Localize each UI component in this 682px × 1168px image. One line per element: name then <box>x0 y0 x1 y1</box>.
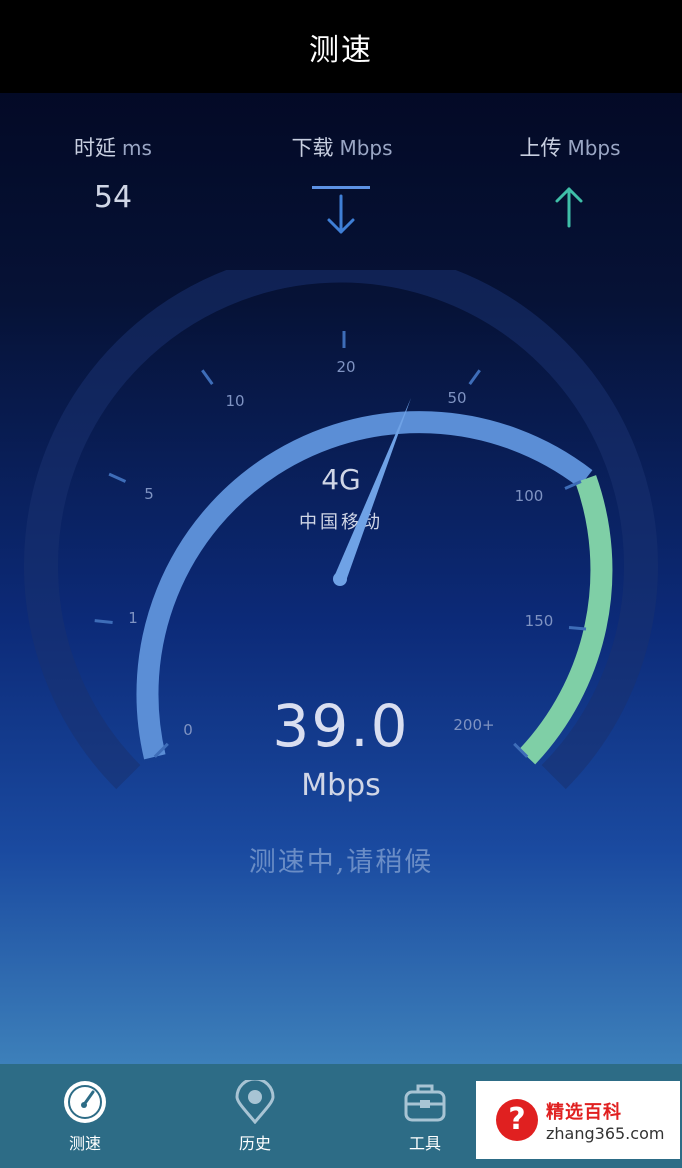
upload-unit: Mbps <box>567 136 621 160</box>
latency-value: 54 <box>93 180 133 215</box>
latency-unit: ms <box>122 136 152 160</box>
network-type: 4G <box>321 463 361 496</box>
latency-metric: 时延 ms 54 <box>40 132 186 215</box>
gauge-scale-label: 10 <box>225 392 244 410</box>
upload-label: 上传 <box>519 136 562 160</box>
latency-label: 时延 <box>74 136 117 160</box>
watermark-logo: ? 精选百科 zhang365.com <box>476 1081 680 1159</box>
watermark-text: 精选百科 zhang365.com <box>546 1098 664 1143</box>
gauge-scale-label: 150 <box>525 612 554 630</box>
watermark-title: 精选百科 <box>546 1101 622 1123</box>
nav-label-speedtest: 测速 <box>68 1134 101 1153</box>
nav-item-speedtest[interactable]: 测速 <box>25 1064 145 1168</box>
download-metric: 下载 Mbps <box>266 132 418 162</box>
gauge-tick <box>94 619 113 624</box>
nav-item-tools[interactable]: 工具 <box>365 1064 485 1168</box>
upload-label-row: 上传 Mbps <box>490 132 650 162</box>
toolbox-icon <box>404 1084 446 1122</box>
gauge-scale-label: 5 <box>144 485 154 503</box>
gauge-tick <box>568 626 587 631</box>
download-label: 下载 <box>291 136 334 160</box>
gauge-scale-label: 50 <box>447 389 466 407</box>
gauge-scale-label: 1 <box>128 609 138 627</box>
gauge-tick <box>201 369 214 385</box>
download-label-row: 下载 Mbps <box>266 132 418 162</box>
carrier-name: 中国移动 <box>299 512 383 533</box>
speedometer-icon <box>64 1081 106 1123</box>
nav-label-history: 历史 <box>238 1134 271 1153</box>
download-active-indicator <box>312 186 370 189</box>
download-unit: Mbps <box>339 136 393 160</box>
nav-item-history[interactable]: 历史 <box>195 1064 315 1168</box>
watermark-url: zhang365.com <box>546 1123 665 1143</box>
status-text: 测速中,请稍候 <box>248 847 434 878</box>
speed-unit: Mbps <box>301 768 381 803</box>
title-bar: 测速 <box>0 0 682 93</box>
arrow-down-icon <box>327 194 355 234</box>
speed-value: 39.0 <box>272 692 410 760</box>
question-badge-icon: ? <box>496 1099 538 1141</box>
upload-metric: 上传 Mbps <box>490 132 650 162</box>
arrow-up-icon <box>555 187 583 228</box>
latency-label-row: 时延 ms <box>40 132 186 162</box>
gauge-tick <box>108 472 127 483</box>
gauge-needle-hub <box>333 572 347 586</box>
nav-label-tools: 工具 <box>408 1134 441 1153</box>
page-title: 测速 <box>309 32 373 68</box>
location-pin-icon <box>235 1080 275 1124</box>
gauge-tick <box>468 369 481 385</box>
gauge-scale-label: 100 <box>515 487 544 505</box>
gauge-scale-label: 20 <box>336 358 355 376</box>
